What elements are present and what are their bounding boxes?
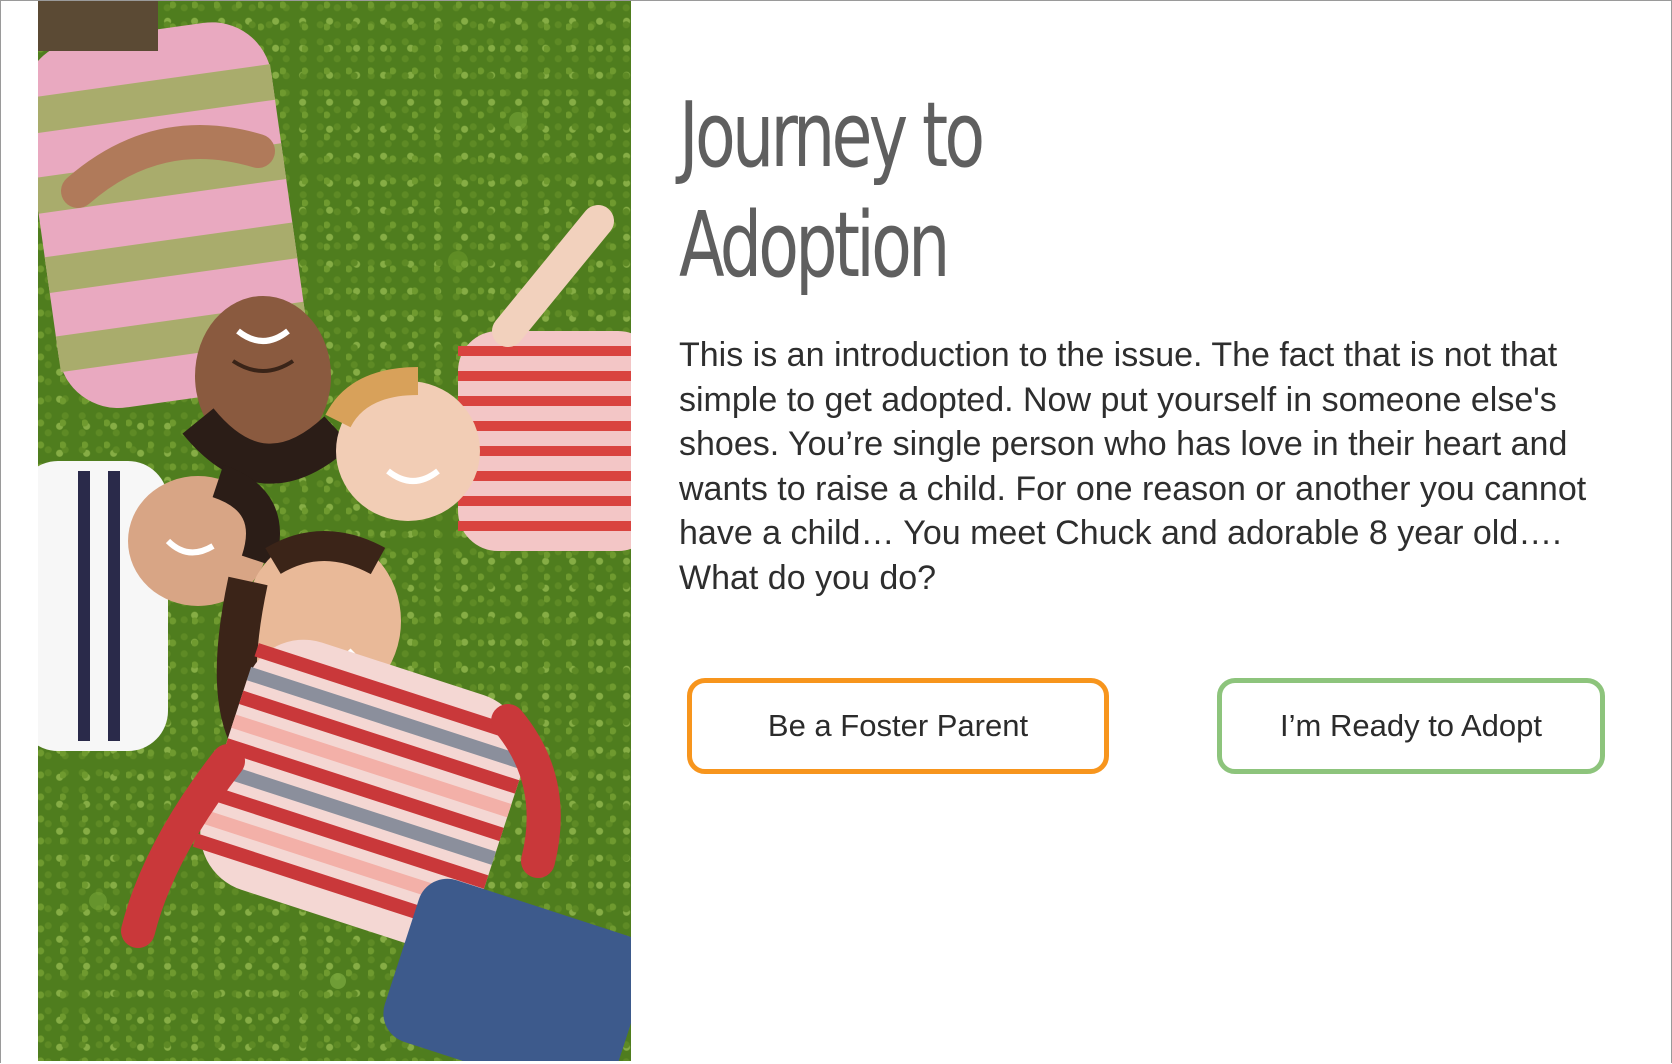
child-bottom: [121, 531, 631, 1061]
ready-to-adopt-button-label: I’m Ready to Adopt: [1280, 708, 1542, 743]
foster-parent-button[interactable]: Be a Foster Parent: [687, 678, 1109, 774]
content-panel: Journey to Adoption This is an introducti…: [679, 81, 1639, 774]
child-top-left: [38, 1, 352, 484]
children-photo: [38, 1, 631, 1061]
intro-text: This is an introduction to the issue. Th…: [679, 336, 1587, 597]
title-line-2: Adoption: [679, 193, 950, 298]
children-illustration: [38, 1, 631, 1061]
page-title: Journey to Adoption: [679, 81, 1064, 301]
title-line-1: Journey to: [679, 83, 985, 188]
ready-to-adopt-button[interactable]: I’m Ready to Adopt: [1217, 678, 1605, 774]
slide-frame: Journey to Adoption This is an introducti…: [0, 0, 1672, 1063]
child-top-right: [325, 205, 631, 551]
foster-parent-button-label: Be a Foster Parent: [767, 708, 1029, 743]
